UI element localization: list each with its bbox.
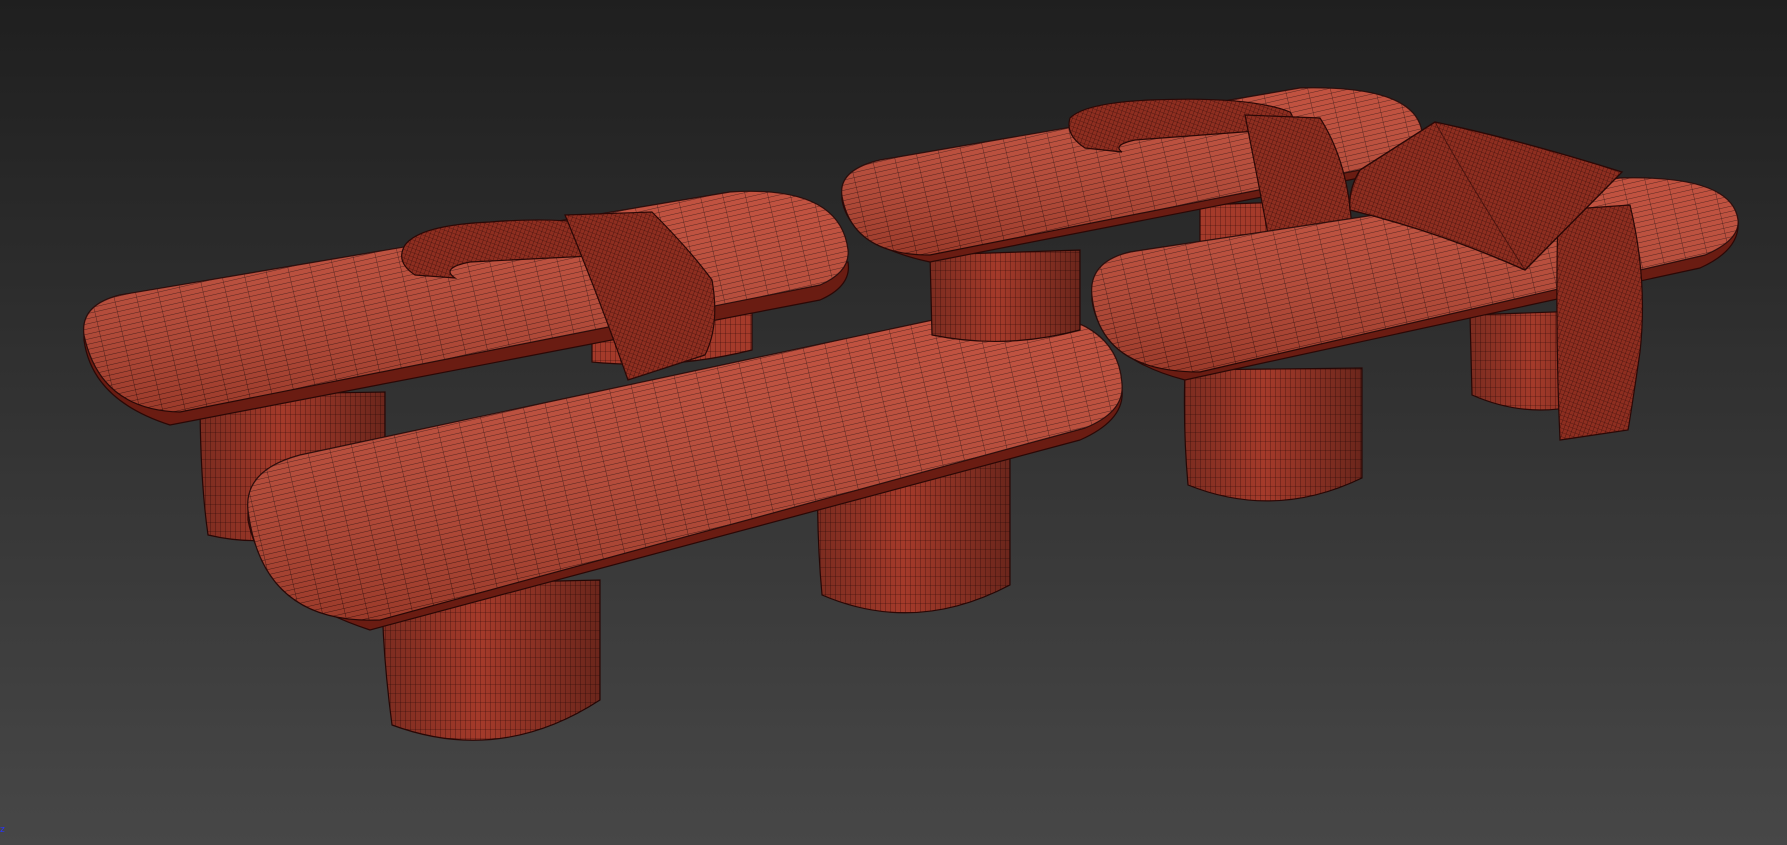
bench-front-right-throw	[1556, 204, 1644, 441]
axis-gizmo-label: z	[0, 825, 5, 835]
3d-viewport[interactable]	[0, 0, 1787, 845]
